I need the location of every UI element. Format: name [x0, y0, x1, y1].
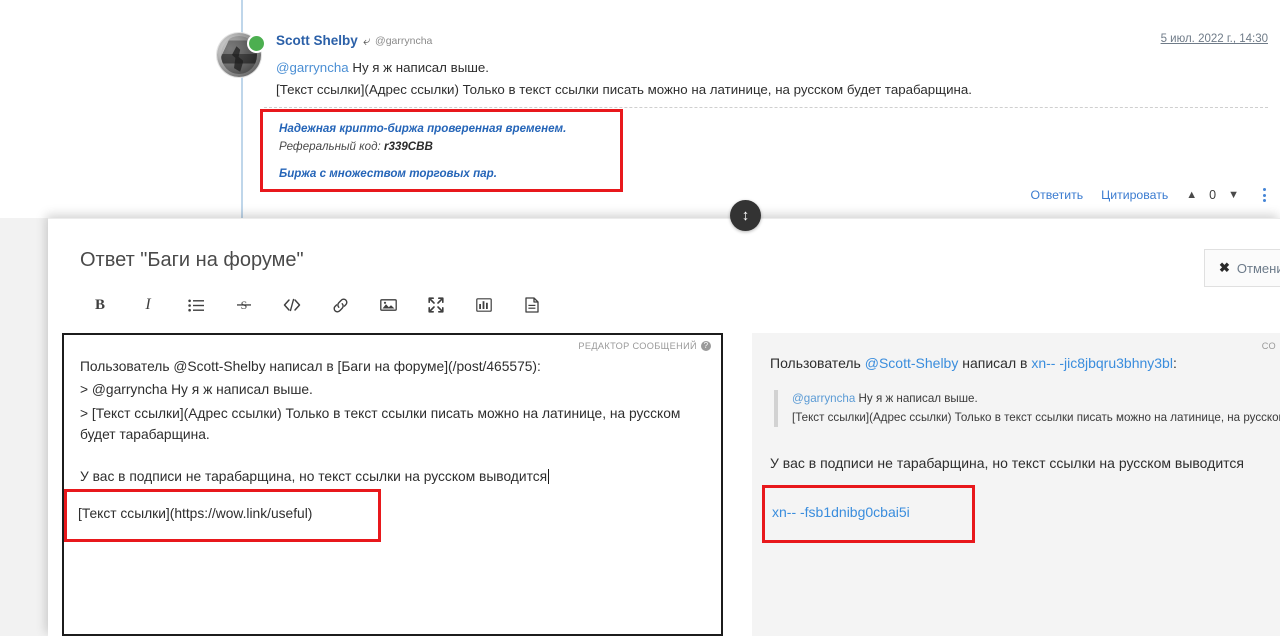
post-body: @garryncha Ну я ж написал выше. [Текст с… [276, 58, 1256, 103]
post-paragraph-2: [Текст ссылки](Адрес ссылки) Только в те… [276, 82, 972, 98]
close-x-icon: ✖ [1219, 260, 1230, 275]
cancel-button-label: Отменить [1236, 260, 1280, 276]
preview-quote-mention[interactable]: @garryncha [792, 392, 855, 405]
markdown-annotated-link: [Текст ссылки](https://wow.link/useful) [78, 506, 313, 521]
signature-annotation-box: Надежная крипто-биржа проверенная времен… [260, 109, 623, 192]
signature-ref-label: Реферальный код: [279, 139, 384, 153]
markdown-line-1: Пользователь @Scott-Shelby написал в [Ба… [80, 359, 541, 374]
post-mention[interactable]: @garryncha [276, 60, 349, 75]
document-button[interactable] [508, 292, 556, 318]
screen-root: Scott Shelby ⤷ @garryncha 5 июл. 2022 г.… [0, 0, 1280, 636]
preview-line-1-mid: написал в [958, 355, 1032, 371]
preview-line-2: У вас в подписи не тарабарщина, но текст… [770, 455, 1244, 472]
image-button[interactable] [364, 292, 412, 318]
signature-block: Надежная крипто-биржа проверенная времен… [263, 112, 620, 183]
preview-line-1: Пользователь @Scott-Shelby написал в xn-… [770, 353, 1266, 374]
preview-pane: СО Пользователь @Scott-Shelby написал в … [752, 333, 1280, 636]
strikethrough-button[interactable]: S [220, 292, 268, 318]
reply-arrow-icon: ⤷ [362, 33, 371, 48]
preview-label: СО [1261, 341, 1276, 351]
signature-line-3: Биржа с множеством торговых пар. [279, 166, 497, 180]
quote-button[interactable]: Цитировать [1101, 188, 1168, 202]
bold-button[interactable]: B [76, 292, 124, 318]
post-parent-handle[interactable]: @garryncha [375, 35, 432, 47]
page-title: Ответ "Баги на форуме" [80, 249, 304, 271]
post-author-name[interactable]: Scott Shelby [276, 33, 358, 48]
resize-vertical-icon[interactable]: ↕ [730, 200, 761, 231]
preview-blockquote: @garryncha Ну я ж написал выше. [Текст с… [774, 390, 1280, 428]
chevron-up-icon[interactable]: ▲ [1186, 189, 1197, 201]
preview-mention[interactable]: @Scott-Shelby [865, 355, 959, 371]
markdown-content: Пользователь @Scott-Shelby написал в [Ба… [64, 335, 721, 487]
link-button[interactable] [316, 292, 364, 318]
online-status-badge [247, 34, 266, 53]
markdown-editor-label-text: РЕДАКТОР СООБЩЕНИЙ [578, 341, 697, 351]
markdown-line-2: > @garryncha Ну я ж написал выше. [80, 382, 313, 398]
post-signature-divider [264, 107, 1268, 108]
avatar[interactable] [217, 33, 266, 81]
signature-line-1: Надежная крипто-биржа проверенная времен… [279, 122, 567, 135]
markdown-line-3: > [Текст ссылки](Адрес ссылки) Только в … [80, 405, 681, 443]
italic-button[interactable]: I [124, 292, 172, 318]
preview-annotated-link[interactable]: xn-- -fsb1dnibg0cbai5i [772, 504, 910, 520]
signature-line-2: Реферальный код: r339CBB [279, 138, 620, 156]
vote-count: 0 [1209, 188, 1217, 202]
bullet-list-button[interactable] [172, 292, 220, 318]
editor-toolbar: B I S [76, 292, 556, 318]
post-action-bar: Ответить Цитировать ▲ 0 ▼ [1031, 188, 1272, 202]
preview-line-1-suffix: : [1172, 355, 1177, 371]
post-paragraph-1-rest: Ну я ж написал выше. [348, 60, 490, 75]
signature-spacer [279, 156, 620, 165]
markdown-blank-line [80, 448, 705, 466]
markdown-line-4: У вас в подписи не тарабарщина, но текст… [80, 466, 705, 487]
markdown-line-4-text: У вас в подписи не тарабарщина, но текст… [80, 468, 548, 484]
post-timestamp[interactable]: 5 июл. 2022 г., 14:30 [1161, 33, 1268, 45]
chevron-down-icon[interactable]: ▼ [1228, 189, 1239, 201]
signature-ref-code: r339CBB [383, 139, 433, 153]
code-button[interactable] [268, 292, 316, 318]
post-header: Scott Shelby ⤷ @garryncha [276, 33, 432, 48]
preview-quote-line-2: [Текст ссылки](Адрес ссылки) Только в те… [792, 410, 1280, 424]
post-paragraph-1: @garryncha Ну я ж написал выше. [276, 58, 1256, 77]
text-caret [548, 468, 550, 484]
preview-punycode-link[interactable]: xn-- -jic8jbqru3bhny3bl [1031, 355, 1173, 371]
preview-line-1-prefix: Пользователь [770, 355, 865, 371]
kebab-menu-icon[interactable] [1257, 188, 1272, 202]
reply-button[interactable]: Ответить [1031, 188, 1084, 202]
preview-quote-line-1: @garryncha Ну я ж написал выше. [792, 390, 1266, 409]
markdown-editor[interactable]: РЕДАКТОР СООБЩЕНИЙ ? Пользователь @Scott… [62, 333, 723, 636]
cancel-button[interactable]: ✖ Отменить [1204, 249, 1280, 287]
markdown-editor-label: РЕДАКТОР СООБЩЕНИЙ ? [578, 341, 711, 351]
preview-content: Пользователь @Scott-Shelby написал в xn-… [752, 333, 1280, 474]
vote-group: ▲ 0 ▼ [1186, 188, 1239, 202]
fullscreen-button[interactable] [412, 292, 460, 318]
page-gutter [0, 218, 48, 636]
poll-button[interactable] [460, 292, 508, 318]
preview-quote-line-1-rest: Ну я ж написал выше. [855, 392, 978, 405]
question-mark-icon[interactable]: ? [701, 341, 711, 351]
